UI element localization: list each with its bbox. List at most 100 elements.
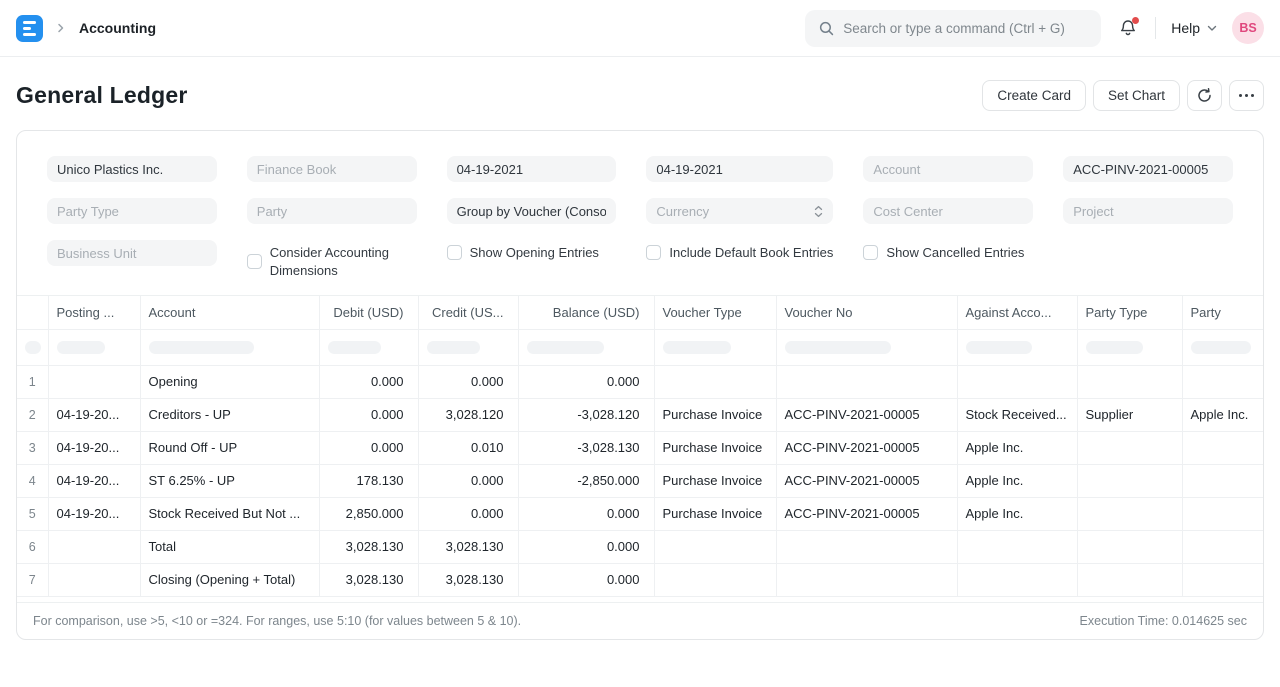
cell-posting-date[interactable] <box>48 365 140 398</box>
party-type-filter[interactable] <box>47 198 217 224</box>
cell-debit[interactable]: 0.000 <box>319 431 418 464</box>
cell-voucher-no[interactable] <box>776 365 957 398</box>
column-header-balance[interactable]: Balance (USD) <box>518 296 654 329</box>
project-filter[interactable] <box>1063 198 1233 224</box>
cell-voucher-type[interactable]: Purchase Invoice <box>654 431 776 464</box>
cell-debit[interactable]: 178.130 <box>319 464 418 497</box>
checkbox-include-default-book-entries[interactable]: Include Default Book Entries <box>646 244 833 262</box>
cell-account[interactable]: ST 6.25% - UP <box>140 464 319 497</box>
cell-party[interactable]: Apple Inc. <box>1182 398 1263 431</box>
cell-voucher-no[interactable]: ACC-PINV-2021-00005 <box>776 497 957 530</box>
cell-party[interactable] <box>1182 464 1263 497</box>
cell-posting-date[interactable]: 04-19-20... <box>48 497 140 530</box>
checkbox-consider-accounting-dimensions[interactable]: Consider Accounting Dimensions <box>247 244 417 279</box>
avatar[interactable]: BS <box>1232 12 1264 44</box>
cell-debit[interactable]: 0.000 <box>319 398 418 431</box>
column-header-credit[interactable]: Credit (US... <box>418 296 518 329</box>
column-header-posting-date[interactable]: Posting ... <box>48 296 140 329</box>
cell-balance[interactable]: -3,028.130 <box>518 431 654 464</box>
cell-credit[interactable]: 0.000 <box>418 365 518 398</box>
column-filter-input[interactable] <box>427 341 481 354</box>
column-filter-cell-debit[interactable] <box>319 329 418 365</box>
column-filter-input[interactable] <box>57 341 106 354</box>
cell-account[interactable]: Opening <box>140 365 319 398</box>
cell-voucher-no[interactable] <box>776 530 957 563</box>
cell-party-type[interactable] <box>1077 464 1182 497</box>
cost-center-filter[interactable] <box>863 198 1033 224</box>
column-filter-input[interactable] <box>25 341 41 354</box>
column-filter-cell-against-account[interactable] <box>957 329 1077 365</box>
cell-credit[interactable]: 0.000 <box>418 464 518 497</box>
column-header-voucher-type[interactable]: Voucher Type <box>654 296 776 329</box>
cell-debit[interactable]: 3,028.130 <box>319 530 418 563</box>
cell-posting-date[interactable] <box>48 563 140 596</box>
cell-party[interactable] <box>1182 497 1263 530</box>
account-filter[interactable] <box>863 156 1033 182</box>
column-filter-cell-credit[interactable] <box>418 329 518 365</box>
cell-party[interactable] <box>1182 530 1263 563</box>
cell-against-account[interactable]: Apple Inc. <box>957 464 1077 497</box>
cell-against-account[interactable] <box>957 530 1077 563</box>
set-chart-button[interactable]: Set Chart <box>1093 80 1180 111</box>
column-header-voucher-no[interactable]: Voucher No <box>776 296 957 329</box>
business-unit-filter[interactable] <box>47 240 217 266</box>
column-header-account[interactable]: Account <box>140 296 319 329</box>
party-filter[interactable] <box>247 198 417 224</box>
cell-against-account[interactable] <box>957 365 1077 398</box>
cell-credit[interactable]: 0.000 <box>418 497 518 530</box>
help-menu[interactable]: Help <box>1171 20 1217 36</box>
column-header-row-number[interactable] <box>17 296 48 329</box>
cell-voucher-no[interactable]: ACC-PINV-2021-00005 <box>776 431 957 464</box>
cell-account[interactable]: Round Off - UP <box>140 431 319 464</box>
voucher-no-filter[interactable] <box>1063 156 1233 182</box>
to-date-filter[interactable] <box>646 156 833 182</box>
cell-against-account[interactable]: Stock Received... <box>957 398 1077 431</box>
cell-balance[interactable]: 0.000 <box>518 530 654 563</box>
cell-balance[interactable]: 0.000 <box>518 563 654 596</box>
column-filter-input[interactable] <box>1191 341 1251 354</box>
cell-debit[interactable]: 3,028.130 <box>319 563 418 596</box>
create-card-button[interactable]: Create Card <box>982 80 1086 111</box>
column-filter-cell-party[interactable] <box>1182 329 1263 365</box>
cell-voucher-no[interactable]: ACC-PINV-2021-00005 <box>776 464 957 497</box>
column-filter-input[interactable] <box>966 341 1033 354</box>
cell-balance[interactable]: -2,850.000 <box>518 464 654 497</box>
column-filter-cell-posting-date[interactable] <box>48 329 140 365</box>
column-filter-cell-voucher-type[interactable] <box>654 329 776 365</box>
column-filter-cell-party-type[interactable] <box>1077 329 1182 365</box>
column-filter-input[interactable] <box>527 341 604 354</box>
cell-voucher-type[interactable]: Purchase Invoice <box>654 497 776 530</box>
column-filter-cell-account[interactable] <box>140 329 319 365</box>
cell-credit[interactable]: 3,028.130 <box>418 530 518 563</box>
cell-account[interactable]: Stock Received But Not ... <box>140 497 319 530</box>
column-filter-cell-row-number[interactable] <box>17 329 48 365</box>
checkbox-show-opening-entries[interactable]: Show Opening Entries <box>447 244 617 262</box>
cell-posting-date[interactable]: 04-19-20... <box>48 398 140 431</box>
cell-party-type[interactable] <box>1077 563 1182 596</box>
column-filter-input[interactable] <box>1086 341 1143 354</box>
cell-account[interactable]: Total <box>140 530 319 563</box>
company-filter[interactable] <box>47 156 217 182</box>
column-filter-input[interactable] <box>328 341 381 354</box>
column-header-party[interactable]: Party <box>1182 296 1263 329</box>
cell-party-type[interactable] <box>1077 530 1182 563</box>
cell-voucher-type[interactable] <box>654 365 776 398</box>
column-filter-input[interactable] <box>149 341 254 354</box>
cell-party[interactable] <box>1182 431 1263 464</box>
cell-balance[interactable]: 0.000 <box>518 497 654 530</box>
cell-party-type[interactable] <box>1077 497 1182 530</box>
column-header-debit[interactable]: Debit (USD) <box>319 296 418 329</box>
cell-posting-date[interactable]: 04-19-20... <box>48 464 140 497</box>
refresh-button[interactable] <box>1187 80 1222 111</box>
column-filter-input[interactable] <box>785 341 892 354</box>
cell-balance[interactable]: -3,028.120 <box>518 398 654 431</box>
column-header-against-account[interactable]: Against Acco... <box>957 296 1077 329</box>
cell-party-type[interactable] <box>1077 365 1182 398</box>
cell-against-account[interactable] <box>957 563 1077 596</box>
group-by-filter[interactable] <box>447 198 617 224</box>
column-header-party-type[interactable]: Party Type <box>1077 296 1182 329</box>
finance-book-filter[interactable] <box>247 156 417 182</box>
column-filter-input[interactable] <box>663 341 731 354</box>
cell-party-type[interactable]: Supplier <box>1077 398 1182 431</box>
cell-party-type[interactable] <box>1077 431 1182 464</box>
